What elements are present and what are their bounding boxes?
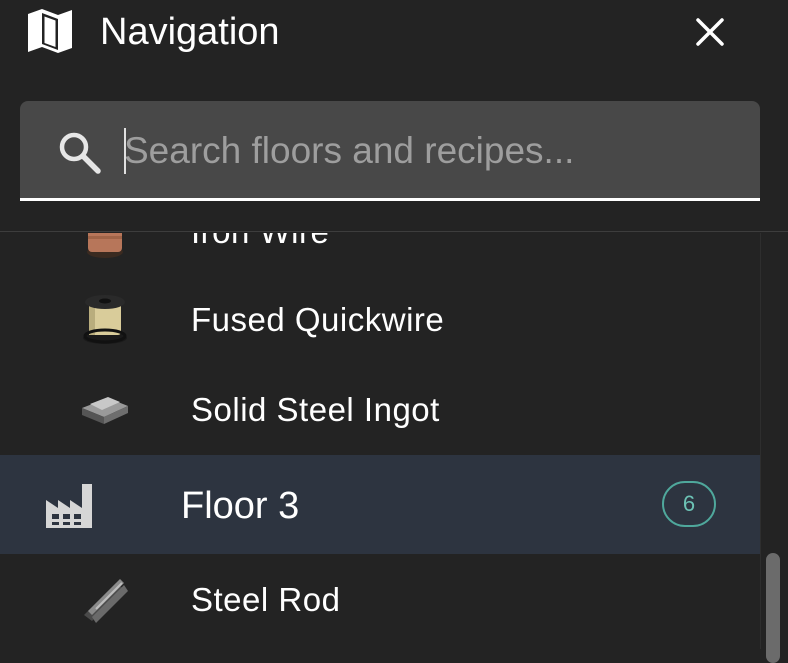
list-item-label: Fused Quickwire bbox=[191, 301, 445, 338]
navigation-list: Iron Wire Fused Quickwire Solid Steel In… bbox=[0, 233, 760, 649]
search-input[interactable] bbox=[124, 123, 724, 179]
floor-header-floor-3[interactable]: Floor 3 6 bbox=[0, 455, 760, 554]
list-item-label: Steel Rod bbox=[191, 581, 341, 618]
list-item-solid-steel-ingot[interactable]: Solid Steel Ingot bbox=[0, 365, 760, 455]
wire-spool-icon bbox=[87, 233, 123, 258]
list-item-iron-wire[interactable]: Iron Wire bbox=[0, 233, 760, 276]
steel-rod-icon bbox=[84, 579, 128, 623]
list-item-fused-quickwire[interactable]: Fused Quickwire bbox=[0, 275, 760, 365]
text-caret bbox=[124, 128, 126, 174]
search-icon bbox=[59, 132, 101, 174]
quickwire-spool-icon bbox=[83, 295, 127, 344]
list-item-label: Solid Steel Ingot bbox=[191, 391, 440, 428]
floor-label: Floor 3 bbox=[181, 485, 300, 527]
navigation-header: Navigation bbox=[0, 0, 788, 232]
factory-icon bbox=[46, 484, 92, 528]
item-count-badge: 6 bbox=[662, 481, 716, 527]
list-item-label: Iron Wire bbox=[191, 233, 329, 252]
map-icon bbox=[28, 9, 72, 53]
panel-title: Navigation bbox=[100, 11, 280, 53]
steel-ingot-icon bbox=[82, 397, 128, 424]
search-field[interactable] bbox=[20, 101, 760, 201]
list-item-steel-rod[interactable]: Steel Rod bbox=[0, 555, 760, 645]
close-button[interactable] bbox=[688, 10, 732, 54]
close-icon bbox=[696, 18, 724, 46]
title-row: Navigation bbox=[0, 0, 788, 66]
scrollbar-thumb[interactable] bbox=[766, 553, 780, 663]
